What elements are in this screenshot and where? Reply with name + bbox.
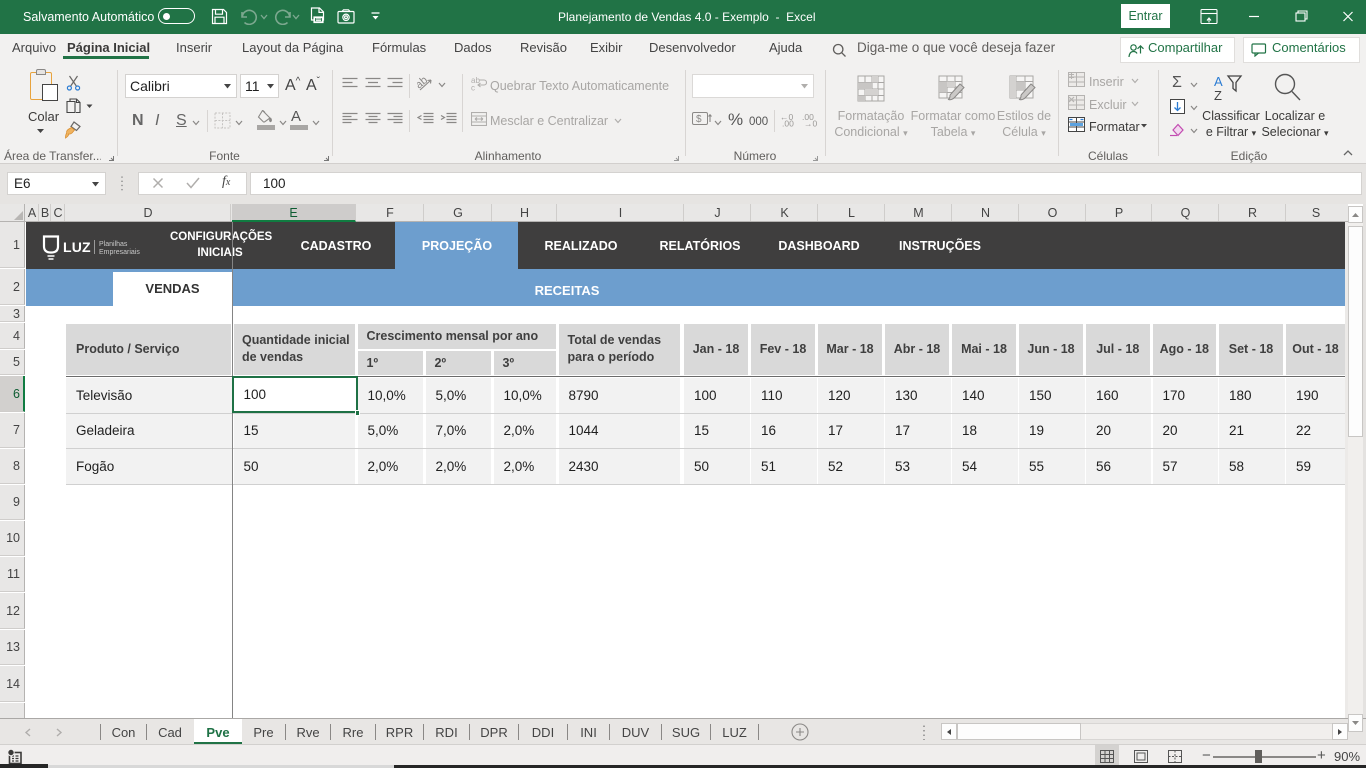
svg-text:ab: ab xyxy=(417,76,430,91)
svg-text:Z: Z xyxy=(1214,88,1222,102)
svg-text:A: A xyxy=(1214,74,1223,89)
svg-text:→0: →0 xyxy=(804,119,818,128)
svg-text:$: $ xyxy=(696,114,702,125)
svg-text:.00: .00 xyxy=(782,119,794,128)
svg-text:c: c xyxy=(471,84,475,92)
